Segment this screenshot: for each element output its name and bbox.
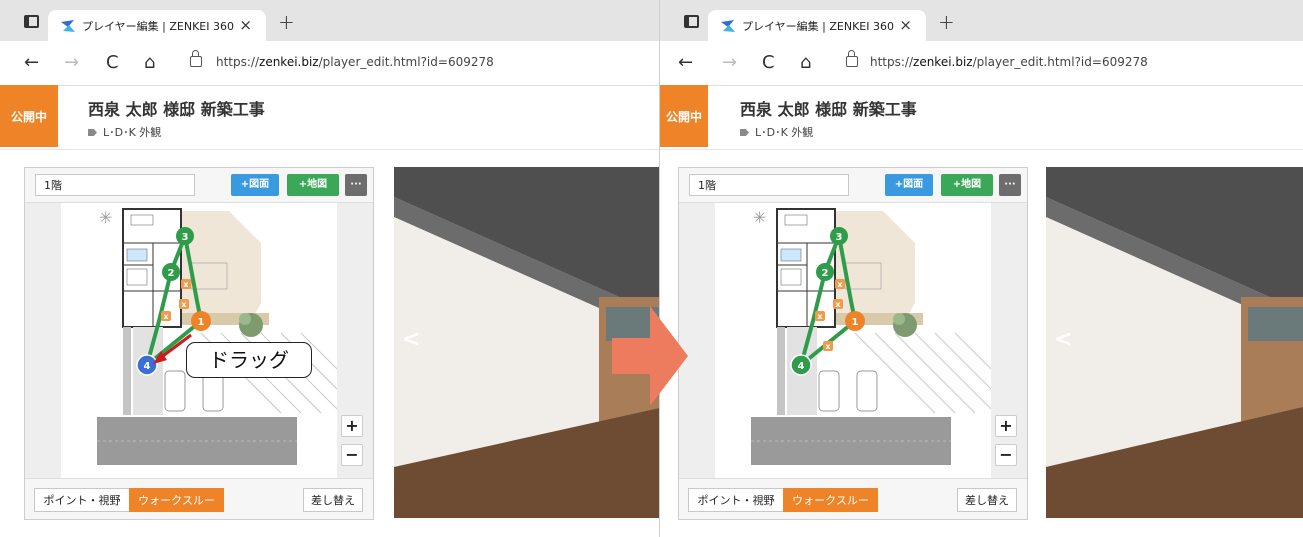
zoom-in-button[interactable]: + (341, 415, 363, 437)
more-options-button[interactable]: ··· (345, 174, 367, 196)
svg-text:x: x (181, 300, 187, 309)
tag-icon (740, 129, 749, 136)
browser-window-after: プレイヤー編集 | ZENKEI 360 × + ← → C ⌂ https:/… (660, 0, 1303, 537)
add-map-button[interactable]: +地図 (287, 174, 339, 196)
map-canvas[interactable]: ✳ x x x x 3 2 1 4 + − (679, 203, 1027, 479)
page-title: 西泉 太郎 様邸 新築工事 (740, 100, 917, 119)
previous-view-arrow-icon[interactable]: < (1054, 327, 1072, 352)
svg-text:x: x (817, 312, 823, 321)
tag-label: L･D･K 外観 (740, 124, 813, 140)
reload-icon[interactable]: C (762, 52, 775, 73)
url-field[interactable]: https://zenkei.biz/player_edit.html?id=6… (216, 55, 494, 69)
new-tab-button[interactable]: + (278, 10, 295, 34)
svg-text:x: x (835, 300, 841, 309)
lock-icon[interactable] (190, 50, 202, 67)
replace-button[interactable]: 差し替え (957, 488, 1017, 512)
add-drawing-button[interactable]: +図面 (231, 174, 279, 196)
back-arrow-icon[interactable]: ← (678, 52, 693, 73)
home-icon[interactable]: ⌂ (144, 52, 155, 73)
window-menu-icon[interactable] (24, 15, 39, 28)
new-tab-button[interactable]: + (938, 10, 955, 34)
map-toolbar: 1階 +図面 +地図 ··· (25, 168, 373, 203)
tab-title: プレイヤー編集 | ZENKEI 360 (82, 20, 234, 33)
tag-label: L･D･K 外観 (88, 124, 161, 140)
svg-text:x: x (163, 312, 169, 321)
mode-walkthrough-button[interactable]: ウォークスルー (783, 488, 878, 512)
mode-point-view-button[interactable]: ポイント・視野 (34, 488, 130, 512)
drag-instruction-callout: ドラッグ (186, 342, 312, 378)
map-footer: ポイント・視野 ウォークスルー 差し替え (679, 478, 1027, 519)
svg-text:✳: ✳ (99, 208, 112, 227)
tab-title: プレイヤー編集 | ZENKEI 360 (742, 20, 894, 33)
header-divider (660, 149, 1303, 150)
url-field[interactable]: https://zenkei.biz/player_edit.html?id=6… (870, 55, 1148, 69)
status-badge: 公開中 (660, 85, 708, 147)
address-bar: ← → C ⌂ https://zenkei.biz/player_edit.h… (0, 41, 659, 86)
floor-name-input[interactable]: 1階 (35, 174, 195, 196)
panorama-image (1046, 167, 1303, 518)
reload-icon[interactable]: C (106, 52, 119, 73)
close-tab-icon[interactable]: × (899, 16, 912, 34)
zenkei-favicon-icon (721, 20, 735, 32)
status-badge: 公開中 (0, 85, 58, 147)
add-drawing-button[interactable]: +図面 (885, 174, 933, 196)
map-footer: ポイント・視野 ウォークスルー 差し替え (25, 478, 373, 519)
header-divider (0, 149, 659, 150)
forward-arrow-icon[interactable]: → (722, 52, 737, 73)
zoom-out-button[interactable]: − (341, 444, 363, 466)
svg-text:x: x (183, 280, 189, 289)
page-title: 西泉 太郎 様邸 新築工事 (88, 100, 265, 119)
svg-text:✳: ✳ (753, 208, 766, 227)
browser-tab[interactable]: プレイヤー編集 | ZENKEI 360 × (48, 10, 266, 41)
svg-text:x: x (837, 280, 843, 289)
browser-tab[interactable]: プレイヤー編集 | ZENKEI 360 × (708, 10, 926, 41)
svg-text:3: 3 (182, 232, 189, 243)
forward-arrow-icon[interactable]: → (64, 52, 79, 73)
svg-text:3: 3 (836, 232, 843, 243)
svg-text:2: 2 (822, 268, 829, 279)
svg-text:4: 4 (144, 361, 151, 372)
zoom-out-button[interactable]: − (995, 444, 1017, 466)
previous-view-arrow-icon[interactable]: < (402, 327, 420, 352)
svg-text:1: 1 (852, 317, 859, 328)
browser-window-before: プレイヤー編集 | ZENKEI 360 × + ← → C ⌂ https:/… (0, 0, 660, 537)
more-options-button[interactable]: ··· (999, 174, 1021, 196)
tab-bar: プレイヤー編集 | ZENKEI 360 × + (660, 0, 1303, 41)
svg-text:2: 2 (168, 268, 175, 279)
svg-text:x: x (825, 342, 831, 351)
svg-text:4: 4 (798, 361, 805, 372)
floor-map-panel: 1階 +図面 +地図 ··· (678, 167, 1028, 520)
tag-icon (88, 129, 97, 136)
map-canvas[interactable]: ✳ x x x 3 2 1 4 + − (25, 203, 373, 479)
address-bar: ← → C ⌂ https://zenkei.biz/player_edit.h… (660, 41, 1303, 86)
replace-button[interactable]: 差し替え (303, 488, 363, 512)
floor-plan-image[interactable]: ✳ x x x x 3 2 1 4 (715, 203, 991, 479)
svg-text:1: 1 (198, 317, 205, 328)
mode-walkthrough-button[interactable]: ウォークスルー (129, 488, 224, 512)
add-map-button[interactable]: +地図 (941, 174, 993, 196)
floor-name-input[interactable]: 1階 (689, 174, 849, 196)
floor-plan-image[interactable]: ✳ x x x 3 2 1 4 (61, 203, 337, 479)
close-tab-icon[interactable]: × (239, 16, 252, 34)
zoom-in-button[interactable]: + (995, 415, 1017, 437)
map-toolbar: 1階 +図面 +地図 ··· (679, 168, 1027, 203)
panorama-viewer[interactable]: < (1046, 167, 1303, 518)
lock-icon[interactable] (846, 50, 858, 67)
mode-point-view-button[interactable]: ポイント・視野 (688, 488, 784, 512)
window-menu-icon[interactable] (684, 15, 699, 28)
zenkei-favicon-icon (61, 20, 75, 32)
tab-bar: プレイヤー編集 | ZENKEI 360 × + (0, 0, 659, 41)
back-arrow-icon[interactable]: ← (24, 52, 39, 73)
transition-arrow-icon (612, 306, 688, 406)
home-icon[interactable]: ⌂ (800, 52, 811, 73)
